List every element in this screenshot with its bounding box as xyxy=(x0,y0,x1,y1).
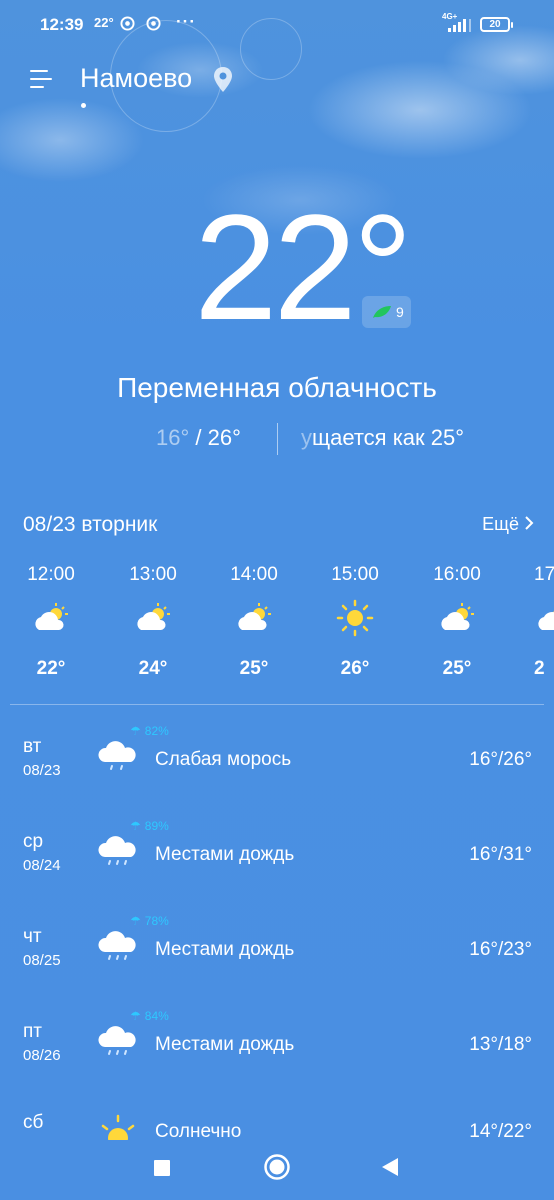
hour-time: 15:00 xyxy=(331,564,379,585)
back-button[interactable] xyxy=(380,1157,400,1177)
day-date: 08/23 xyxy=(23,762,61,779)
aqi-value: 9 xyxy=(396,304,404,320)
day-temp-range: 13°/18° xyxy=(469,1034,532,1055)
chevron-right-icon xyxy=(525,514,534,535)
home-button[interactable] xyxy=(263,1153,291,1181)
precip-value: 78% xyxy=(144,914,169,928)
partly-cloudy-icon xyxy=(534,590,554,646)
day-temp-range: 14°/22° xyxy=(469,1121,532,1140)
hourly-day-label: 08/23 вторник xyxy=(23,513,158,536)
weather-condition: Переменная облачность xyxy=(117,372,437,403)
hour-time: 16:00 xyxy=(433,564,481,585)
day-condition: Местами дождь xyxy=(155,1034,295,1055)
city-name[interactable]: Намоево xyxy=(80,63,192,94)
recent-apps-button[interactable] xyxy=(153,1159,171,1177)
daily-row[interactable]: сб Солнечно 14°/22° xyxy=(0,1092,554,1140)
divider xyxy=(10,704,544,705)
hour-item: 13:00 24° xyxy=(113,560,193,684)
day-condition: Местами дождь xyxy=(155,939,295,960)
umbrella-icon: ☂ xyxy=(130,724,141,738)
hour-temp: 25° xyxy=(442,658,472,679)
hour-time: 14:00 xyxy=(230,564,278,585)
day-of-week: ср xyxy=(23,831,44,852)
day-temp-range: 16°/23° xyxy=(469,939,532,960)
hour-item: 17 2 xyxy=(518,560,554,684)
precip-value: 82% xyxy=(144,724,169,738)
hour-temp: 24° xyxy=(138,658,168,679)
hour-time: 17 xyxy=(534,564,554,585)
more-button[interactable]: Ещё xyxy=(482,514,534,535)
day-of-week: сб xyxy=(23,1112,44,1133)
rain-cloud-icon xyxy=(98,1026,136,1055)
daily-row[interactable]: ср 08/24 ☂ 89% Местами дождь 16°/31° xyxy=(0,807,554,902)
chrome-icon xyxy=(146,16,161,31)
day-date: 08/26 xyxy=(23,1047,61,1064)
umbrella-icon: ☂ xyxy=(130,1009,141,1023)
today-range: 16° / 26° xyxy=(156,425,241,451)
day-condition: Солнечно xyxy=(155,1121,242,1140)
umbrella-icon: ☂ xyxy=(130,819,141,833)
page-indicator xyxy=(81,103,86,108)
battery-icon: 20 xyxy=(480,17,513,32)
hour-item: 12:00 22° xyxy=(11,560,91,684)
daily-row[interactable]: пт 08/26 ☂ 84% Местами дождь 13°/18° xyxy=(0,997,554,1092)
menu-icon[interactable] xyxy=(30,70,56,92)
sun-icon xyxy=(101,1114,135,1140)
day-date: 08/24 xyxy=(23,857,61,874)
rain-cloud-icon xyxy=(98,931,136,960)
partly-cloudy-icon xyxy=(11,590,91,646)
hour-temp: 26° xyxy=(340,658,370,679)
precipitation-chance: ☂ 78% xyxy=(130,914,169,928)
hour-temp: 2 xyxy=(534,658,545,679)
temp-range-row: 16° / 26° ущается как 25° xyxy=(0,423,554,455)
day-of-week: чт xyxy=(23,926,42,947)
day-condition: Слабая морось xyxy=(155,749,292,770)
hour-item: 16:00 25° xyxy=(417,560,497,684)
range-high: / 26° xyxy=(189,425,241,450)
more-label: Ещё xyxy=(482,514,519,534)
rain-cloud-icon xyxy=(98,836,136,865)
status-temp: 22° xyxy=(94,15,114,30)
day-date: 08/25 xyxy=(23,952,61,969)
feels-like-text: щается как 25° xyxy=(312,425,465,450)
hour-item: 14:00 25° xyxy=(214,560,294,684)
status-time: 12:39 xyxy=(40,15,84,34)
more-notifications-icon: ··· xyxy=(176,12,196,31)
daily-row[interactable]: чт 08/25 ☂ 78% Местами дождь 16°/23° xyxy=(0,902,554,997)
separator xyxy=(277,423,278,455)
umbrella-icon: ☂ xyxy=(130,914,141,928)
day-condition: Местами дождь xyxy=(155,844,295,865)
location-pin-icon[interactable] xyxy=(212,66,234,94)
hour-temp: 25° xyxy=(239,658,269,679)
hour-time: 12:00 xyxy=(27,564,75,585)
hour-temp: 22° xyxy=(36,658,66,679)
precip-value: 89% xyxy=(144,819,169,833)
day-temp-range: 16°/26° xyxy=(469,749,532,770)
precipitation-chance: ☂ 82% xyxy=(130,724,169,738)
hourly-forecast[interactable]: 12:00 22° 13:00 24° 14:00 25° 15:00 26° … xyxy=(0,560,554,700)
partly-cloudy-icon xyxy=(113,590,193,646)
navigation-bar xyxy=(0,1140,554,1200)
day-of-week: вт xyxy=(23,736,42,757)
precipitation-chance: ☂ 84% xyxy=(130,1009,169,1023)
partly-cloudy-icon xyxy=(417,590,497,646)
day-of-week: пт xyxy=(23,1021,42,1042)
status-bar: 12:39 22° ··· 4G+ 20 xyxy=(0,0,554,50)
leaf-icon xyxy=(373,306,391,318)
drizzle-cloud-icon xyxy=(98,741,136,770)
daily-row[interactable]: вт 08/23 ☂ 82% Слабая морось 16°/26° xyxy=(0,712,554,807)
hour-time: 13:00 xyxy=(129,564,177,585)
feels-like: ущается как 25° xyxy=(301,425,464,451)
signal-icon xyxy=(448,19,471,32)
air-quality-badge[interactable]: 9 xyxy=(362,296,411,328)
chrome-icon xyxy=(120,16,135,31)
feels-like-faded: у xyxy=(301,425,312,450)
hour-item: 15:00 26° xyxy=(315,560,395,684)
precipitation-chance: ☂ 89% xyxy=(130,819,169,833)
partly-cloudy-icon xyxy=(214,590,294,646)
range-low: 16° xyxy=(156,425,190,450)
sun-icon xyxy=(315,590,395,646)
day-temp-range: 16°/31° xyxy=(469,844,532,865)
precip-value: 84% xyxy=(144,1009,169,1023)
